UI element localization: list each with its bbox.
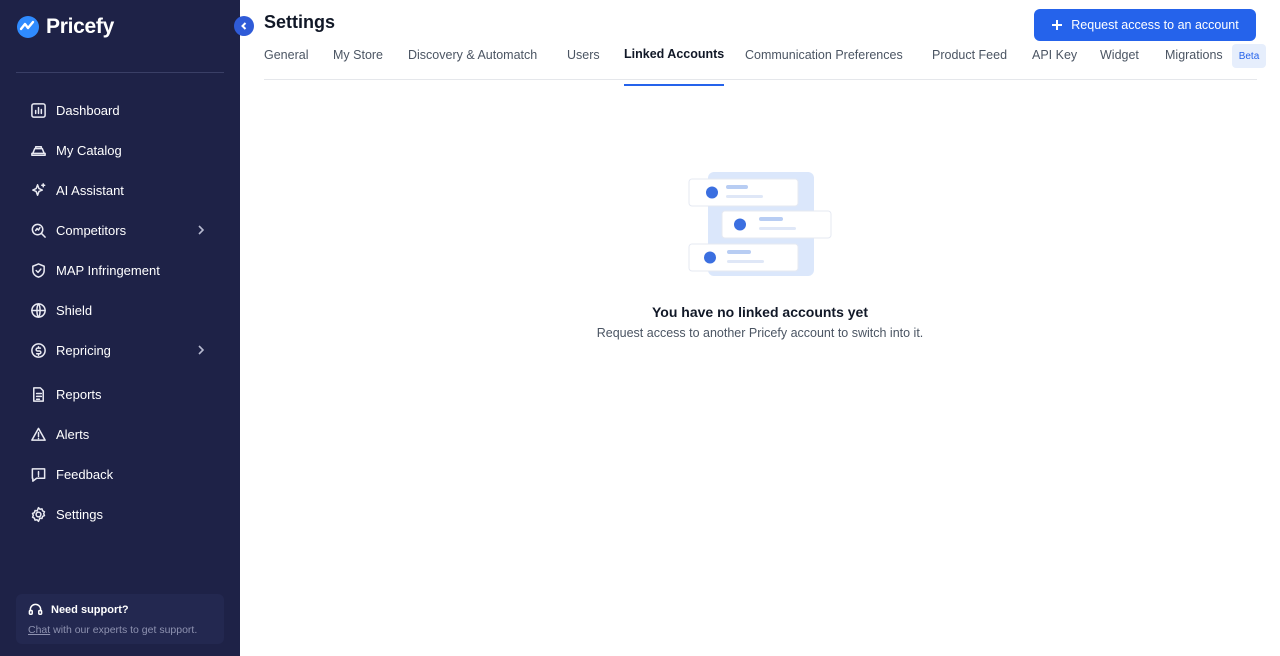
- empty-state-subtitle: Request access to another Pricefy accoun…: [596, 326, 924, 340]
- sidebar-item-label: AI Assistant: [56, 182, 124, 198]
- sparkle-icon: [29, 181, 47, 199]
- plus-icon: [1052, 20, 1063, 30]
- chevron-left-icon: [241, 22, 247, 30]
- support-title: Need support?: [51, 603, 129, 616]
- request-access-button[interactable]: Request access to an account: [1034, 9, 1256, 41]
- sidebar-item-feedback[interactable]: Feedback: [16, 454, 224, 494]
- sidebar-item-label: Repricing: [56, 342, 111, 358]
- pricefy-logo-icon: [17, 16, 39, 38]
- support-description: with our experts to get support.: [50, 624, 198, 636]
- chat-link[interactable]: Chat: [28, 624, 50, 636]
- tab-general[interactable]: General: [264, 48, 308, 79]
- sidebar-item-label: Competitors: [56, 222, 127, 238]
- settings-tabs: General My Store Discovery & Automatch U…: [264, 40, 1266, 86]
- gear-icon: [29, 505, 47, 523]
- page-title: Settings: [264, 12, 336, 32]
- collapse-sidebar-button[interactable]: [234, 16, 254, 36]
- dashboard-icon: [29, 101, 47, 119]
- sidebar-item-dashboard[interactable]: Dashboard: [16, 90, 224, 130]
- headset-icon: [28, 603, 43, 615]
- catalog-icon: [29, 141, 47, 159]
- sidebar-item-label: MAP Infringement: [56, 262, 160, 278]
- sidebar-item-label: Settings: [56, 506, 103, 522]
- empty-state-title: You have no linked accounts yet: [651, 304, 868, 320]
- sidebar-item-label: Feedback: [56, 466, 114, 482]
- tab-product-feed[interactable]: Product Feed: [932, 48, 1007, 79]
- warning-icon: [29, 425, 47, 443]
- tab-communication-preferences[interactable]: Communication Preferences: [745, 48, 903, 79]
- sidebar-item-reports[interactable]: Reports: [16, 374, 224, 414]
- chevron-right-icon: [194, 223, 208, 237]
- sidebar-item-label: Alerts: [56, 426, 90, 442]
- empty-linked-accounts-illustration: [688, 172, 832, 276]
- request-access-label: Request access to an account: [1071, 18, 1239, 32]
- tab-api-key[interactable]: API Key: [1032, 48, 1077, 79]
- tab-linked-accounts[interactable]: Linked Accounts: [624, 47, 725, 86]
- app-name: Pricefy: [46, 15, 114, 38]
- document-icon: [29, 385, 47, 403]
- sidebar-item-competitors[interactable]: Competitors: [16, 210, 224, 250]
- sidebar-item-my-catalog[interactable]: My Catalog: [16, 130, 224, 170]
- sidebar-item-label: My Catalog: [56, 142, 122, 158]
- repricing-icon: [29, 341, 47, 359]
- sidebar-item-ai-assistant[interactable]: AI Assistant: [16, 170, 224, 210]
- tab-users[interactable]: Users: [567, 48, 600, 79]
- shield-check-icon: [29, 261, 47, 279]
- competitors-icon: [29, 221, 47, 239]
- sidebar-divider: [16, 72, 224, 73]
- support-card: Need support? Chat with our experts to g…: [16, 594, 224, 644]
- tab-widget[interactable]: Widget: [1100, 48, 1139, 79]
- chevron-right-icon: [194, 343, 208, 357]
- tab-migrations[interactable]: Migrations: [1165, 48, 1223, 79]
- sidebar-item-label: Dashboard: [56, 102, 120, 118]
- beta-badge: Beta: [1232, 44, 1266, 68]
- support-text: Chat with our experts to get support.: [28, 624, 212, 636]
- tab-my-store[interactable]: My Store: [333, 48, 383, 79]
- feedback-icon: [29, 465, 47, 483]
- tab-discovery-automatch[interactable]: Discovery & Automatch: [408, 48, 537, 79]
- logo[interactable]: Pricefy: [16, 14, 114, 40]
- sidebar-item-label: Reports: [56, 386, 102, 402]
- sidebar-item-alerts[interactable]: Alerts: [16, 414, 224, 454]
- sidebar-item-settings[interactable]: Settings: [16, 494, 224, 534]
- sidebar-item-map-infringement[interactable]: MAP Infringement: [16, 250, 224, 290]
